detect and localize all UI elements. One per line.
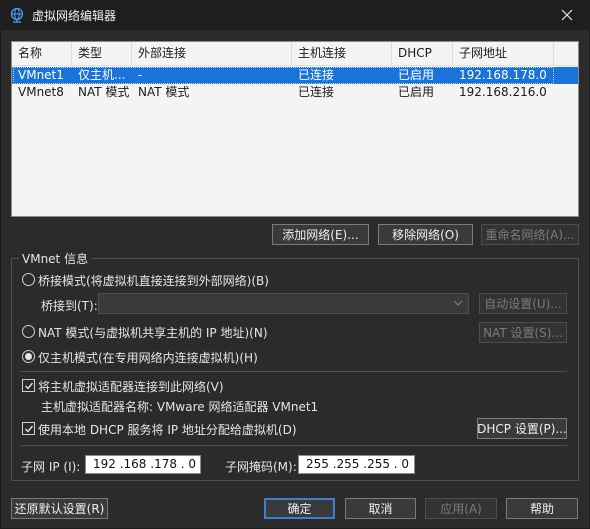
cell-dhcp: 已启用 xyxy=(398,85,435,99)
window-title: 虚拟网络编辑器 xyxy=(32,9,117,23)
bridged-mode-label[interactable]: 桥接模式(将虚拟机直接连接到外部网络)(B) xyxy=(38,272,269,289)
ok-button[interactable]: 确定 xyxy=(264,498,335,519)
cell-host: 已连接 xyxy=(298,68,335,82)
cell-external: NAT 模式 xyxy=(138,85,190,99)
table-row[interactable]: VMnet1 仅主机... - 已连接 已启用 192.168.178.0 xyxy=(12,67,578,84)
hostonly-mode-label[interactable]: 仅主机模式(在专用网络内连接虚拟机)(H) xyxy=(38,349,258,366)
remove-network-button[interactable]: 移除网络(O) xyxy=(378,224,473,245)
column-header-dhcp[interactable]: DHCP xyxy=(392,42,453,65)
apply-button[interactable]: 应用(A) xyxy=(425,498,497,519)
dhcp-settings-button[interactable]: DHCP 设置(P)... xyxy=(477,418,567,439)
help-button[interactable]: 帮助 xyxy=(506,498,578,519)
nat-mode-radio[interactable] xyxy=(22,325,35,338)
column-header-type[interactable]: 类型 xyxy=(72,42,132,65)
cell-type: NAT 模式 xyxy=(78,85,130,99)
hostonly-mode-radio[interactable] xyxy=(22,350,35,363)
restore-defaults-button[interactable]: 还原默认设置(R) xyxy=(11,498,108,519)
cell-type: 仅主机... xyxy=(78,68,126,82)
column-header-subnet[interactable]: 子网地址 xyxy=(453,42,554,65)
cell-host: 已连接 xyxy=(298,85,335,99)
subnet-mask-label: 子网掩码(M): xyxy=(225,460,297,474)
cell-name: VMnet1 xyxy=(18,68,64,82)
bridged-to-select[interactable] xyxy=(98,293,469,314)
divider xyxy=(21,371,567,372)
add-network-button[interactable]: 添加网络(E)... xyxy=(272,224,369,245)
network-table[interactable]: 名称 类型 外部连接 主机连接 DHCP 子网地址 VMnet1 仅主机... … xyxy=(11,41,579,217)
column-header-host[interactable]: 主机连接 xyxy=(292,42,392,65)
column-header-name[interactable]: 名称 xyxy=(12,42,72,65)
table-row[interactable]: VMnet8 NAT 模式 NAT 模式 已连接 已启用 192.168.216… xyxy=(12,84,578,101)
rename-network-button[interactable]: 重命名网络(A)... xyxy=(481,224,579,245)
column-header-external[interactable]: 外部连接 xyxy=(132,42,292,65)
cell-subnet: 192.168.216.0 xyxy=(459,85,547,99)
subnet-mask-input[interactable]: 255 .255 .255 . 0 xyxy=(298,455,415,474)
bridged-to-label: 桥接到(T): xyxy=(41,299,98,313)
use-dhcp-checkbox[interactable] xyxy=(22,422,35,435)
subnet-ip-input[interactable]: 192 .168 .178 . 0 xyxy=(85,455,201,474)
close-icon xyxy=(561,9,573,21)
vmnet-info-label: VMnet 信息 xyxy=(19,250,92,267)
network-globe-icon xyxy=(10,7,24,23)
cancel-button[interactable]: 取消 xyxy=(345,498,416,519)
adapter-name-text: 主机虚拟适配器名称: VMware 网络适配器 VMnet1 xyxy=(41,400,319,414)
connect-adapter-label[interactable]: 将主机虚拟适配器连接到此网络(V) xyxy=(38,378,224,395)
cell-subnet: 192.168.178.0 xyxy=(459,68,547,82)
nat-mode-label[interactable]: NAT 模式(与虚拟机共享主机的 IP 地址)(N) xyxy=(38,324,268,341)
bridged-mode-radio[interactable] xyxy=(22,273,35,286)
checkmark-icon xyxy=(24,425,33,433)
table-header: 名称 类型 外部连接 主机连接 DHCP 子网地址 xyxy=(12,42,578,66)
checkmark-icon xyxy=(24,382,33,390)
cell-name: VMnet8 xyxy=(18,85,64,99)
dialog-body: 名称 类型 外部连接 主机连接 DHCP 子网地址 VMnet1 仅主机... … xyxy=(1,30,589,528)
subnet-ip-label: 子网 IP (I): xyxy=(21,460,81,474)
title-bar: 虚拟网络编辑器 xyxy=(0,0,590,30)
nat-settings-button[interactable]: NAT 设置(S)... xyxy=(479,322,567,343)
connect-adapter-checkbox[interactable] xyxy=(22,379,35,392)
vmnet-info-group xyxy=(11,258,579,481)
cell-external: - xyxy=(138,68,143,82)
auto-settings-button[interactable]: 自动设置(U)... xyxy=(479,293,567,314)
use-dhcp-label[interactable]: 使用本地 DHCP 服务将 IP 地址分配给虚拟机(D) xyxy=(38,421,297,438)
close-button[interactable] xyxy=(544,0,590,30)
cell-dhcp: 已启用 xyxy=(398,68,435,82)
chevron-down-icon xyxy=(453,300,463,306)
divider xyxy=(21,445,567,446)
